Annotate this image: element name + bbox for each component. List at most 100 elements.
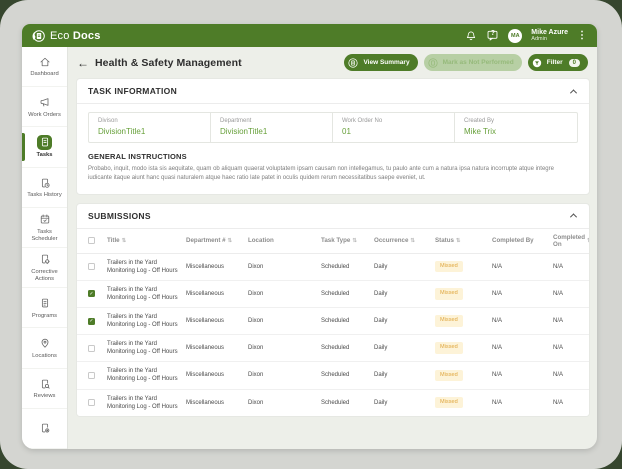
page-toolbar: ← Health & Safety Management View Summar… bbox=[68, 47, 597, 78]
status-badge: Missed bbox=[435, 315, 463, 327]
device-frame: Eco Docs ? MA Mik bbox=[0, 0, 622, 469]
chevron-up-icon[interactable] bbox=[568, 211, 578, 221]
sidebar: Dashboard Work Orders Tasks Tasks Histor… bbox=[22, 47, 68, 449]
table-row[interactable]: ✓ Trailers in the Yard Monitoring Log - … bbox=[77, 281, 589, 308]
row-checkbox[interactable] bbox=[88, 372, 95, 379]
doc-search-icon bbox=[37, 376, 52, 391]
filter-button[interactable]: Filter 0 bbox=[528, 54, 588, 71]
summary-doc-icon bbox=[347, 57, 359, 69]
not-performed-icon bbox=[427, 57, 439, 69]
col-department: Department #⇅ bbox=[186, 237, 248, 244]
sidebar-item-label: Locations bbox=[30, 353, 59, 360]
sidebar-item-label: Programs bbox=[30, 313, 59, 320]
chevron-up-icon[interactable] bbox=[568, 86, 578, 96]
general-instructions-text: Probabo, inquit, modo ista sis aequitate… bbox=[88, 165, 578, 184]
sidebar-item-partial[interactable] bbox=[22, 409, 67, 449]
sidebar-item-tasks-scheduler[interactable]: Tasks Scheduler bbox=[22, 208, 67, 248]
program-doc-icon bbox=[37, 296, 52, 311]
status-badge: Missed bbox=[435, 261, 463, 273]
sidebar-item-tasks[interactable]: Tasks bbox=[22, 127, 67, 167]
task-information-header: TASK INFORMATION bbox=[77, 79, 589, 104]
select-all-checkbox[interactable] bbox=[88, 237, 95, 244]
info-field-created-by: Created By Mike Trix bbox=[455, 113, 577, 142]
table-row[interactable]: ✓ Trailers in the Yard Monitoring Log - … bbox=[77, 308, 589, 335]
brand-logo: Eco Docs bbox=[30, 28, 101, 44]
sidebar-item-label: Work Orders bbox=[26, 112, 63, 119]
view-summary-button[interactable]: View Summary bbox=[344, 54, 417, 71]
kebab-menu-icon[interactable]: ⋮ bbox=[577, 30, 587, 41]
clipboard-gear-icon bbox=[37, 252, 52, 267]
col-location: Location bbox=[248, 237, 321, 244]
task-info-grid: Divison DivisionTitle1 Department Divisi… bbox=[88, 112, 578, 143]
row-checkbox[interactable] bbox=[88, 345, 95, 352]
calendar-icon bbox=[37, 212, 52, 227]
mark-not-performed-button[interactable]: Mark as Not Performed bbox=[424, 54, 522, 71]
megaphone-icon bbox=[37, 95, 52, 110]
filter-funnel-icon bbox=[531, 57, 543, 69]
mark-not-performed-label: Mark as Not Performed bbox=[443, 59, 514, 66]
user-role: Admin bbox=[531, 36, 568, 42]
sort-icon[interactable]: ⇅ bbox=[228, 238, 233, 244]
general-instructions-title: GENERAL INSTRUCTIONS bbox=[88, 152, 578, 161]
status-badge: Missed bbox=[435, 288, 463, 300]
home-icon bbox=[37, 54, 52, 69]
sidebar-item-corrective-actions[interactable]: Corrective Actions bbox=[22, 248, 67, 288]
sort-icon[interactable]: ⇅ bbox=[122, 238, 127, 244]
sort-icon[interactable]: ⇅ bbox=[410, 238, 415, 244]
main-content: ← Health & Safety Management View Summar… bbox=[68, 47, 597, 449]
sidebar-item-locations[interactable]: Locations bbox=[22, 328, 67, 368]
user-avatar[interactable]: MA bbox=[508, 29, 522, 43]
info-field-department: Department DivisionTitle1 bbox=[211, 113, 333, 142]
col-status: Status⇅ bbox=[435, 237, 492, 244]
submissions-card: SUBMISSIONS Title⇅ Department #⇅ Locatio… bbox=[76, 203, 590, 417]
submissions-title: SUBMISSIONS bbox=[88, 211, 151, 221]
history-doc-icon bbox=[37, 175, 52, 190]
sort-icon[interactable]: ⇅ bbox=[456, 238, 461, 244]
help-question-glyph: ? bbox=[491, 30, 495, 37]
notifications-bell-icon[interactable] bbox=[465, 30, 477, 42]
filter-count-badge: 0 bbox=[569, 59, 580, 67]
row-checkbox[interactable] bbox=[88, 399, 95, 406]
sidebar-item-reviews[interactable]: Reviews bbox=[22, 369, 67, 409]
table-row[interactable]: Trailers in the Yard Monitoring Log - Of… bbox=[77, 362, 589, 389]
back-arrow-icon[interactable]: ← bbox=[77, 57, 89, 69]
row-checkbox[interactable]: ✓ bbox=[88, 318, 95, 325]
sidebar-item-label: Tasks History bbox=[25, 192, 63, 199]
status-badge: Missed bbox=[435, 397, 463, 409]
app-header: Eco Docs ? MA Mik bbox=[22, 24, 597, 47]
app-window: Eco Docs ? MA Mik bbox=[22, 24, 597, 449]
sidebar-item-tasks-history[interactable]: Tasks History bbox=[22, 168, 67, 208]
col-title: Title⇅ bbox=[107, 237, 186, 244]
map-pin-icon bbox=[37, 336, 52, 351]
row-checkbox[interactable] bbox=[88, 263, 95, 270]
help-icon[interactable]: ? bbox=[486, 29, 499, 42]
sidebar-item-label: Corrective Actions bbox=[22, 269, 67, 283]
task-doc-icon bbox=[37, 135, 52, 150]
col-occurrence: Occurrence⇅ bbox=[374, 237, 435, 244]
filter-label: Filter bbox=[547, 59, 563, 66]
doc-gear-icon bbox=[37, 421, 52, 436]
info-field-work-order-no: Work Order No 01 bbox=[333, 113, 455, 142]
ecodocs-logo-icon bbox=[30, 28, 46, 44]
table-row[interactable]: Trailers in the Yard Monitoring Log - Of… bbox=[77, 254, 589, 281]
status-badge: Missed bbox=[435, 370, 463, 382]
sort-icon[interactable]: ⇅ bbox=[352, 238, 357, 244]
sidebar-item-label: Reviews bbox=[32, 393, 58, 400]
row-checkbox[interactable]: ✓ bbox=[88, 290, 95, 297]
col-completed-on: Completed On⇅ bbox=[553, 234, 590, 248]
sidebar-item-dashboard[interactable]: Dashboard bbox=[22, 47, 67, 87]
status-badge: Missed bbox=[435, 342, 463, 354]
submissions-table-header: Title⇅ Department #⇅ Location Task Type⇅… bbox=[77, 229, 589, 254]
page-title: Health & Safety Management bbox=[95, 57, 242, 69]
table-row[interactable]: Trailers in the Yard Monitoring Log - Of… bbox=[77, 335, 589, 362]
sidebar-item-work-orders[interactable]: Work Orders bbox=[22, 87, 67, 127]
col-completed-by: Completed By bbox=[492, 237, 553, 244]
info-field-division: Divison DivisionTitle1 bbox=[89, 113, 211, 142]
sidebar-item-label: Dashboard bbox=[28, 71, 60, 78]
task-information-card: TASK INFORMATION Divison DivisionTitle1 … bbox=[76, 78, 590, 195]
user-name: Mike Azure bbox=[531, 29, 568, 37]
sidebar-item-programs[interactable]: Programs bbox=[22, 288, 67, 328]
table-row[interactable]: Trailers in the Yard Monitoring Log - Of… bbox=[77, 390, 589, 416]
sort-icon[interactable]: ⇅ bbox=[587, 238, 590, 244]
user-meta: Mike Azure Admin bbox=[531, 29, 568, 43]
